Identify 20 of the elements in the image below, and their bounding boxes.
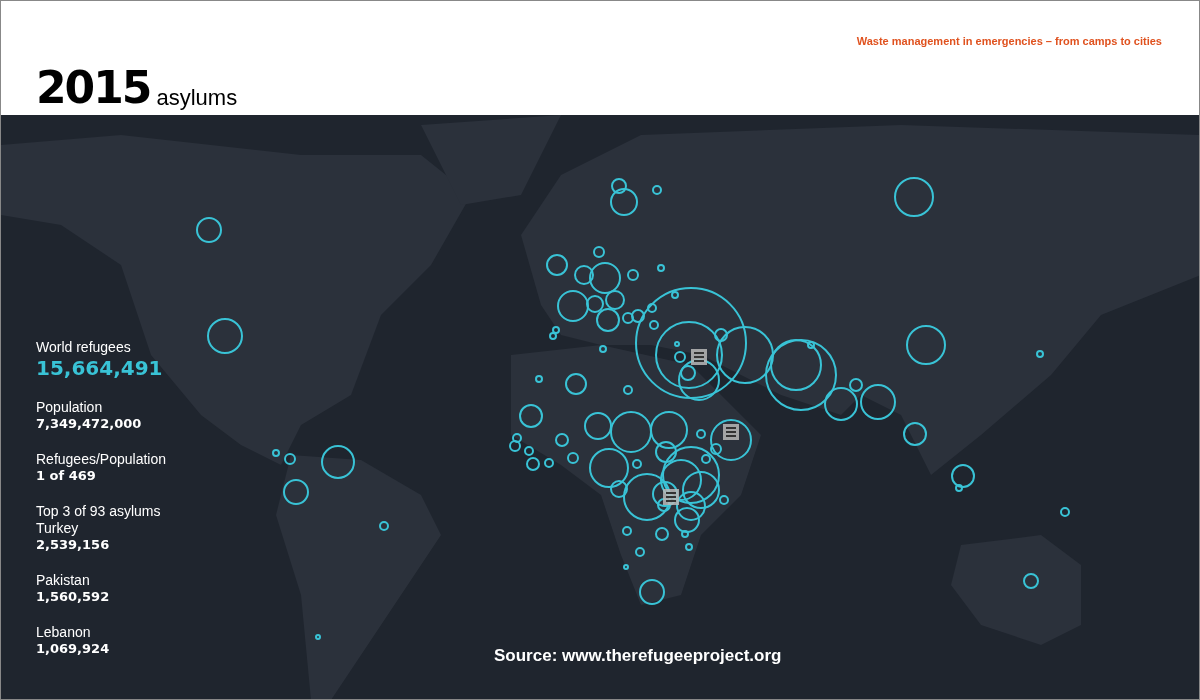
stat-label: Population (36, 399, 103, 416)
stat-label: Pakistan (36, 572, 90, 589)
year-title: 2015 (36, 65, 151, 110)
document-icon[interactable] (691, 349, 707, 365)
stat-label: Turkey (36, 520, 79, 537)
stat-label: World refugees (36, 339, 131, 356)
stat-value: 2,539,156 (36, 537, 110, 553)
source-text: Source: www.therefugeeproject.org (494, 644, 782, 667)
stat-value: 1,069,924 (36, 641, 110, 657)
stat-value: 15,664,491 (36, 356, 163, 380)
document-icon[interactable] (723, 424, 739, 440)
stat-label: Lebanon (36, 624, 91, 641)
tagline: Waste management in emergencies – from camps to cities (856, 34, 1162, 49)
stat-heading: Top 3 of 93 asylums (36, 503, 161, 520)
document-icon[interactable] (663, 489, 679, 505)
stat-label: Refugees/Population (36, 451, 166, 468)
stat-value: 1 of 469 (36, 468, 96, 484)
stat-value: 7,349,472,000 (36, 416, 142, 432)
subtitle: asylums (156, 85, 238, 110)
stat-value: 1,560,592 (36, 589, 110, 605)
